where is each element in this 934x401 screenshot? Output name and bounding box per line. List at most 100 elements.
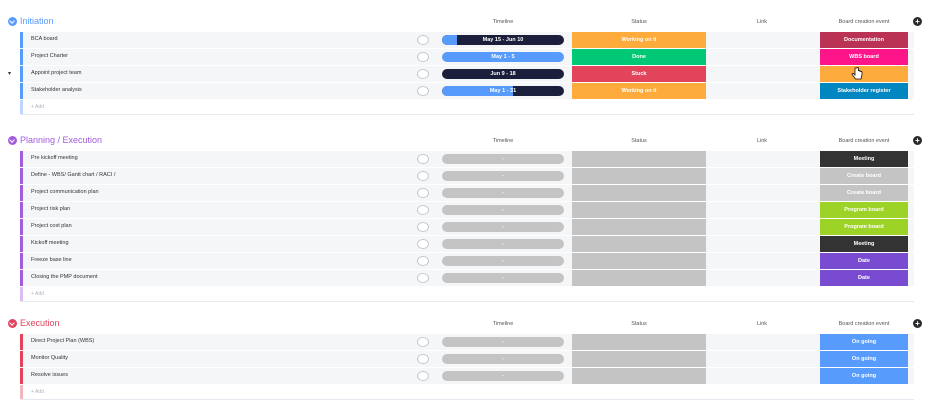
board-creation-cell[interactable]: Documentation <box>820 32 908 48</box>
table-row[interactable]: Appoint project team Jun 9 - 18 Stuck ▾ <box>8 66 914 83</box>
collapse-group-icon[interactable] <box>8 136 17 145</box>
comment-bubble-icon[interactable] <box>417 337 429 347</box>
board-creation-cell[interactable]: Date <box>820 253 908 269</box>
timeline-cell[interactable]: - <box>442 273 564 283</box>
timeline-cell[interactable]: - <box>442 239 564 249</box>
status-cell[interactable] <box>572 368 706 384</box>
comment-bubble-icon[interactable] <box>417 35 429 45</box>
column-header-status[interactable]: Status <box>572 321 706 327</box>
comment-bubble-icon[interactable] <box>417 154 429 164</box>
table-row[interactable]: Project Charter May 1 - 5 Done WBS board <box>20 49 914 66</box>
comment-bubble-icon[interactable] <box>417 52 429 62</box>
table-row[interactable]: Define - WBS/ Gantt chart / RACI / - Creat… <box>20 168 914 185</box>
board-creation-cell[interactable]: Program board <box>820 202 908 218</box>
column-header-board[interactable]: Board creation event <box>820 321 908 327</box>
add-item-row[interactable]: + Add <box>20 385 914 400</box>
table-row[interactable]: Project communication plan - Create board <box>20 185 914 202</box>
row-name[interactable]: Project risk plan <box>31 206 70 212</box>
table-row[interactable]: Resolve issues - On going <box>20 368 914 385</box>
table-row[interactable]: Closing the PMP document - Date <box>20 270 914 287</box>
table-row[interactable]: Project risk plan - Program board <box>20 202 914 219</box>
board-creation-cell[interactable]: Stakeholder register <box>820 83 908 99</box>
status-cell[interactable] <box>572 168 706 184</box>
status-cell[interactable]: Stuck <box>572 66 706 82</box>
status-cell[interactable]: Done <box>572 49 706 65</box>
row-name[interactable]: Stakeholder analysis <box>31 87 82 93</box>
board-creation-cell[interactable] <box>820 66 908 82</box>
status-cell[interactable] <box>572 219 706 235</box>
row-name[interactable]: Freeze base line <box>31 257 72 263</box>
comment-bubble-icon[interactable] <box>417 222 429 232</box>
row-name[interactable]: Appoint project team <box>31 70 81 76</box>
comment-bubble-icon[interactable] <box>417 205 429 215</box>
column-header-link[interactable]: Link <box>712 19 812 25</box>
table-row[interactable]: Stakeholder analysis May 1 - 31 Working on… <box>20 83 914 100</box>
board-creation-cell[interactable]: WBS board <box>820 49 908 65</box>
timeline-cell[interactable]: - <box>442 188 564 198</box>
timeline-cell[interactable]: May 15 - Jun 10 <box>442 35 564 45</box>
group-title[interactable]: Execution <box>20 318 60 328</box>
timeline-cell[interactable]: - <box>442 337 564 347</box>
row-name[interactable]: Closing the PMP document <box>31 274 98 280</box>
status-cell[interactable] <box>572 351 706 367</box>
add-item-label[interactable]: + Add <box>31 291 44 297</box>
board-creation-cell[interactable]: Create board <box>820 185 908 201</box>
timeline-cell[interactable]: - <box>442 154 564 164</box>
add-item-row[interactable]: + Add <box>20 287 914 302</box>
column-header-status[interactable]: Status <box>572 138 706 144</box>
column-header-status[interactable]: Status <box>572 19 706 25</box>
add-item-row[interactable]: + Add <box>20 100 914 115</box>
board-creation-cell[interactable]: Meeting <box>820 151 908 167</box>
row-name[interactable]: Pre kickoff meeting <box>31 155 78 161</box>
column-header-timeline[interactable]: Timeline <box>442 19 564 25</box>
timeline-cell[interactable]: Jun 9 - 18 <box>442 69 564 79</box>
row-name[interactable]: Project cost plan <box>31 223 72 229</box>
status-cell[interactable] <box>572 151 706 167</box>
column-header-link[interactable]: Link <box>712 138 812 144</box>
row-name[interactable]: Project Charter <box>31 53 68 59</box>
row-name[interactable]: Resolve issues <box>31 372 68 378</box>
board-creation-cell[interactable]: Meeting <box>820 236 908 252</box>
table-row[interactable]: Direct Project Plan (WBS) - On going <box>20 334 914 351</box>
column-header-timeline[interactable]: Timeline <box>442 138 564 144</box>
status-cell[interactable] <box>572 334 706 350</box>
collapse-group-icon[interactable] <box>8 319 17 328</box>
board-creation-cell[interactable]: On going <box>820 368 908 384</box>
comment-bubble-icon[interactable] <box>417 256 429 266</box>
row-name[interactable]: Direct Project Plan (WBS) <box>31 338 94 344</box>
status-cell[interactable] <box>572 185 706 201</box>
status-cell[interactable] <box>572 270 706 286</box>
group-title[interactable]: Planning / Execution <box>20 135 102 145</box>
group-title[interactable]: Initiation <box>20 16 54 26</box>
comment-bubble-icon[interactable] <box>417 239 429 249</box>
comment-bubble-icon[interactable] <box>417 273 429 283</box>
add-column-icon[interactable]: + <box>913 319 922 328</box>
column-header-board[interactable]: Board creation event <box>820 19 908 25</box>
add-item-label[interactable]: + Add <box>31 389 44 395</box>
comment-bubble-icon[interactable] <box>417 69 429 79</box>
table-row[interactable]: Pre kickoff meeting - Meeting <box>20 151 914 168</box>
table-row[interactable]: Project cost plan - Program board <box>20 219 914 236</box>
board-creation-cell[interactable]: On going <box>820 351 908 367</box>
status-cell[interactable]: Working on it <box>572 32 706 48</box>
table-row[interactable]: Kickoff meeting - Meeting <box>20 236 914 253</box>
comment-bubble-icon[interactable] <box>417 371 429 381</box>
timeline-cell[interactable]: May 1 - 5 <box>442 52 564 62</box>
table-row[interactable]: Monitor Quality - On going <box>20 351 914 368</box>
timeline-cell[interactable]: - <box>442 371 564 381</box>
row-name[interactable]: Monitor Quality <box>31 355 68 361</box>
timeline-cell[interactable]: - <box>442 171 564 181</box>
column-header-timeline[interactable]: Timeline <box>442 321 564 327</box>
table-row[interactable]: Freeze base line - Date <box>20 253 914 270</box>
timeline-cell[interactable]: - <box>442 205 564 215</box>
status-cell[interactable] <box>572 253 706 269</box>
row-name[interactable]: Define - WBS/ Gantt chart / RACI / <box>31 172 115 178</box>
status-cell[interactable] <box>572 236 706 252</box>
comment-bubble-icon[interactable] <box>417 171 429 181</box>
comment-bubble-icon[interactable] <box>417 86 429 96</box>
row-name[interactable]: BCA board <box>31 36 58 42</box>
column-header-link[interactable]: Link <box>712 321 812 327</box>
table-row[interactable]: BCA board May 15 - Jun 10 Working on it Doc… <box>20 32 914 49</box>
add-item-label[interactable]: + Add <box>31 104 44 110</box>
timeline-cell[interactable]: - <box>442 222 564 232</box>
